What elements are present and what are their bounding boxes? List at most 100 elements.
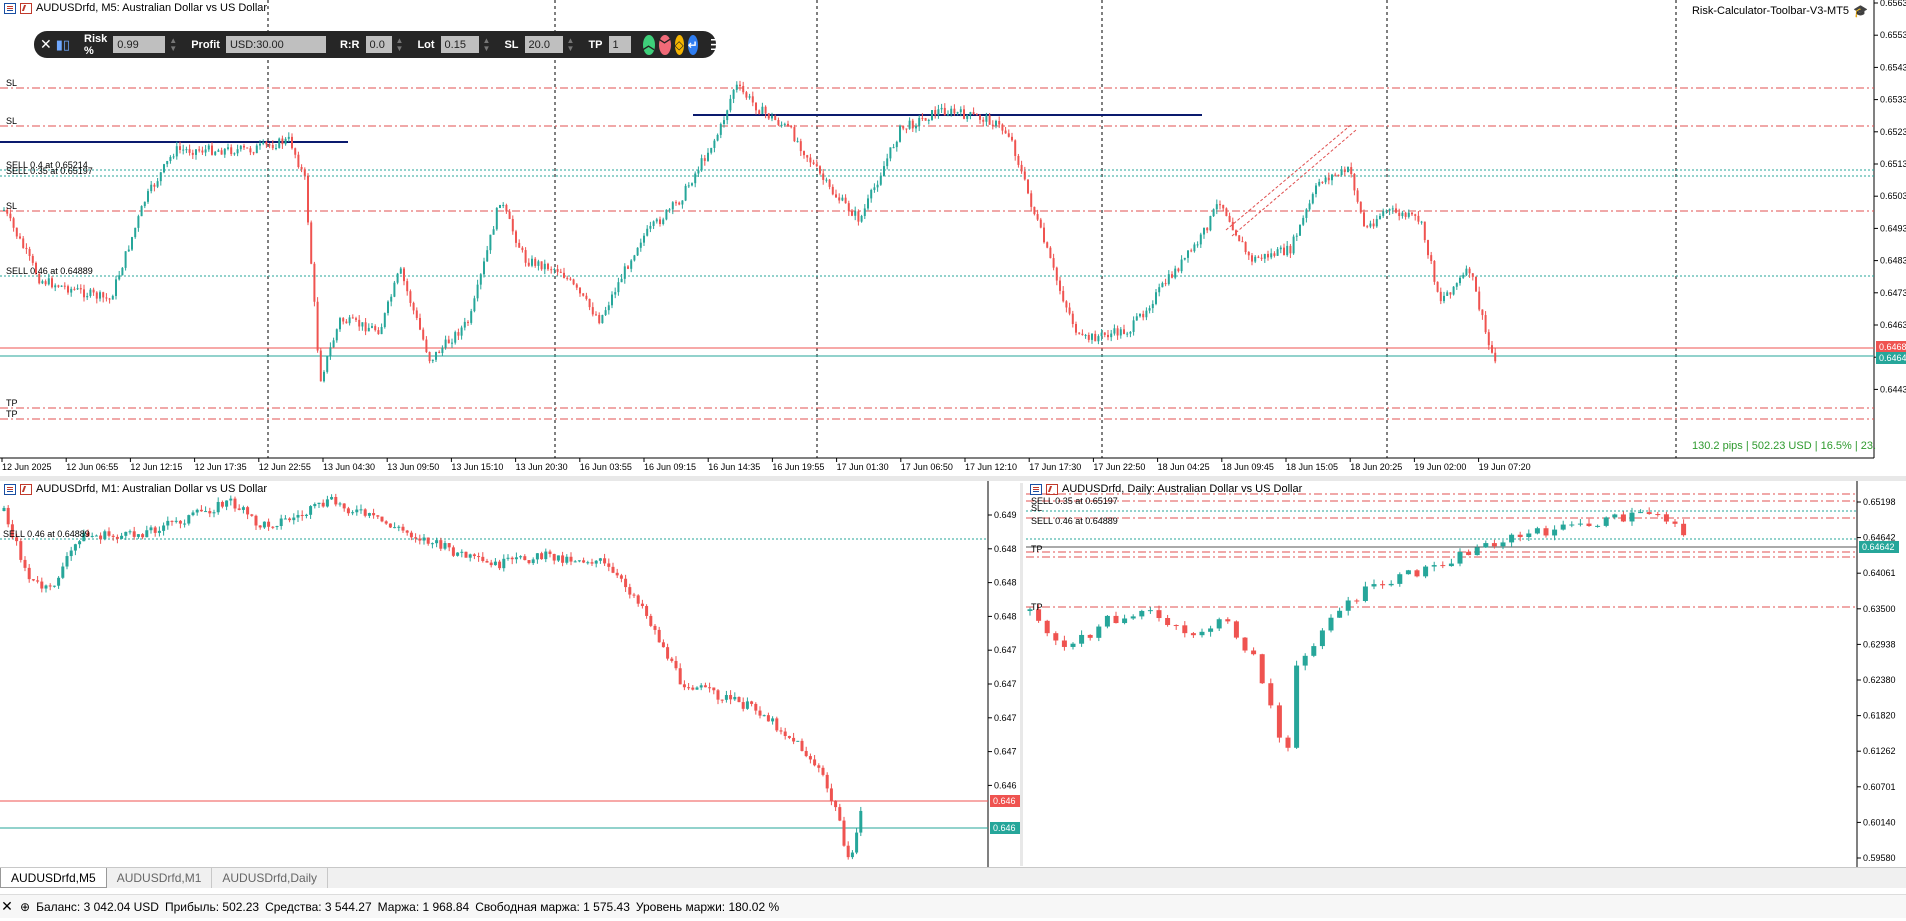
risk-input[interactable] [113, 36, 166, 53]
price-axis-m1[interactable]: 0.649 0.648 0.648 0.648 0.647 0.647 0.647 0.647… [988, 510, 1017, 790]
chart-window-icon [1030, 483, 1042, 495]
candle-body [1328, 617, 1334, 631]
candle-body [1244, 242, 1247, 253]
candle-body [1517, 534, 1523, 538]
candle-body [678, 668, 682, 685]
candle-body [145, 530, 149, 538]
sl-spinner[interactable]: ▲ ▼ [567, 36, 575, 53]
candles-icon[interactable]: ▮▯ [56, 37, 70, 53]
menu-icon[interactable]: ☰ [710, 36, 723, 54]
candle-body [1439, 291, 1442, 302]
candle-body [627, 266, 629, 269]
plus-icon[interactable]: ⊕ [20, 900, 30, 914]
profit-input[interactable] [225, 36, 326, 53]
candle-body [380, 516, 384, 522]
candle-body [127, 249, 130, 252]
candle-body [835, 194, 837, 198]
candle-body [279, 518, 283, 527]
candle-body [271, 526, 275, 528]
candle-body [1302, 217, 1305, 225]
candle-body [137, 216, 140, 228]
candle-body [1292, 236, 1295, 254]
candle-body [291, 136, 293, 149]
sl-input[interactable] [524, 36, 563, 53]
lot-spinner[interactable]: ▲ ▼ [483, 36, 491, 53]
tab-audusd-daily[interactable]: AUDUSDrfd,Daily [212, 868, 329, 888]
risk-calculator-toolbar[interactable]: ✕ ▮▯ Risk % ▲▼ Profit R:R ▲▼ Lot ▲▼ SL ▲… [34, 31, 740, 58]
candle-body [521, 247, 524, 251]
tab-audusd-m1[interactable]: AUDUSDrfd,M1 [107, 868, 213, 888]
candle-body [691, 687, 695, 690]
candle-body [214, 151, 217, 155]
candle-body [975, 114, 978, 116]
position-info: 130.2 pips | 502.23 USD | 16.5% | 23. [1692, 440, 1876, 452]
risk-spinner[interactable]: ▲ ▼ [169, 36, 177, 53]
candle-body [493, 561, 497, 566]
candle-body [1113, 328, 1116, 334]
chart-window-m1[interactable]: AUDUSDrfd, M1: Australian Dollar vs US D… [0, 481, 1020, 867]
candle-body [198, 149, 201, 151]
candle-body [699, 685, 703, 688]
candle-body [1380, 584, 1386, 586]
chart-canvas-m5[interactable]: SL SL SL SELL 0.4 at 0.65214 SELL 0.35 a… [0, 0, 1906, 476]
candle-body [1311, 194, 1314, 204]
vertical-splitter[interactable] [1020, 483, 1023, 866]
tp-select[interactable] [608, 36, 631, 53]
price-axis-m5[interactable]: 0.6563 0.6553 0.6543 0.6533 0.6523 0.6513 0.65… [1874, 0, 1906, 394]
price-tick-label: 0.6483 [1880, 256, 1906, 266]
rr-spinner[interactable]: ▲ ▼ [396, 36, 404, 53]
chart-window-m5[interactable]: AUDUSDrfd, M5: Australian Dollar vs US D… [0, 0, 1906, 476]
candle-body [518, 242, 521, 248]
candle-body [598, 558, 602, 561]
candle-body [225, 500, 229, 507]
chart-window-daily[interactable]: AUDUSDrfd, Daily: Australian Dollar vs U… [1026, 481, 1906, 867]
candle-body [396, 273, 399, 283]
time-tick-label: 17 Jun 06:50 [901, 462, 953, 472]
candle-body [1629, 512, 1635, 522]
candle-body [229, 498, 233, 501]
diamond-icon[interactable]: ◇ [674, 34, 684, 55]
time-axis-m5[interactable]: 12 Jun 2025 12 Jun 06:55 12 Jun 12:15 12 Ju… [1, 458, 1531, 472]
time-tick-label: 18 Jun 15:05 [1286, 462, 1338, 472]
time-tick-label: 13 Jun 09:50 [387, 462, 439, 472]
candle-body [716, 134, 719, 141]
candle-body [476, 284, 479, 299]
rr-input[interactable] [365, 36, 392, 53]
lot-input[interactable] [440, 36, 479, 53]
candle-body [1156, 610, 1162, 619]
chevron-up-icon[interactable]: ︿ [642, 34, 655, 55]
price-tick-label: 0.648 [994, 611, 1017, 621]
collapse-left-icon[interactable]: ‹ [735, 37, 740, 53]
enter-icon[interactable]: ↵ [687, 34, 698, 55]
candle-body [607, 563, 611, 567]
candle-body [1350, 167, 1353, 175]
price-tick-label: 0.6553 [1880, 30, 1906, 40]
candle-body [467, 321, 469, 323]
candle-body [141, 534, 145, 538]
candle-body [268, 144, 271, 146]
candle-body [183, 523, 187, 525]
chart-canvas-m1[interactable]: SELL 0.46 at 0.64889 0.6490.6480.6480.64… [0, 481, 1020, 867]
candle-body [409, 291, 412, 303]
candle-body [804, 750, 808, 757]
candle-body [540, 553, 544, 560]
candle-body [397, 526, 401, 528]
candle-body [1251, 255, 1253, 262]
candle-body [310, 222, 313, 264]
chart-canvas-daily[interactable]: SELL 0.35 at 0.65197 SL SELL 0.46 at 0.6… [1026, 481, 1906, 867]
candle-body [1263, 253, 1266, 259]
candle-body [559, 271, 562, 273]
candle-body [707, 152, 709, 161]
candle-body [652, 221, 655, 226]
candle-body [720, 699, 724, 701]
candle-body [1260, 257, 1263, 259]
chevron-down-icon[interactable]: ﹀ [658, 34, 671, 55]
tab-audusd-m5[interactable]: AUDUSDrfd,M5 [0, 868, 107, 888]
candle-body [822, 173, 825, 180]
candle-body [1484, 315, 1487, 333]
close-icon[interactable]: ✕ [0, 898, 14, 915]
candle-body [678, 202, 681, 205]
candle-body [1257, 256, 1260, 258]
close-icon[interactable]: ✕ [40, 36, 52, 53]
candle-body [447, 543, 451, 548]
